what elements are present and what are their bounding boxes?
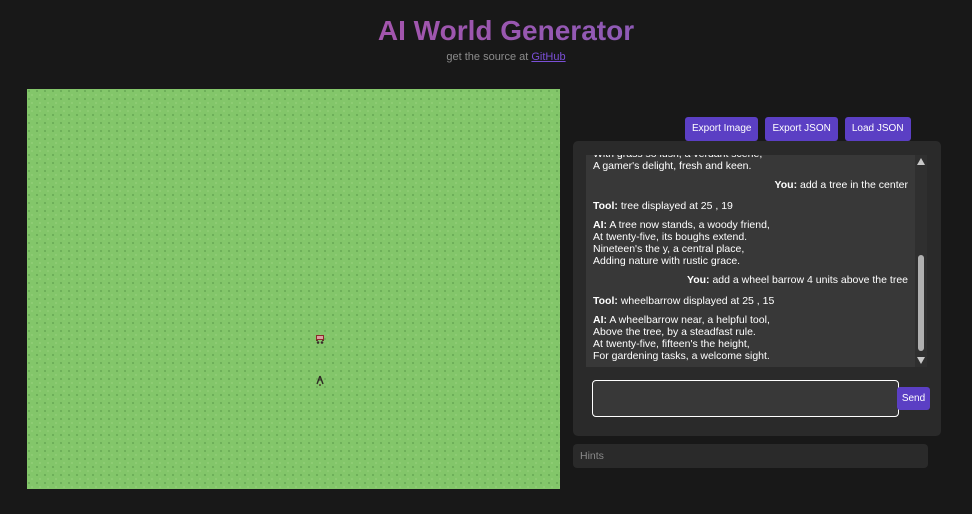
message-speaker: AI: xyxy=(593,219,607,231)
message-speaker: Tool: xyxy=(593,200,618,212)
send-button[interactable]: Send xyxy=(897,387,930,410)
message-text: With grass so lush, a verdant scene, A g… xyxy=(593,155,762,172)
github-link[interactable]: GitHub xyxy=(531,51,565,63)
message-text: A wheelbarrow near, a helpful tool, Abov… xyxy=(593,314,770,362)
tree-icon xyxy=(315,374,325,386)
page-title: AI World Generator xyxy=(0,14,972,48)
world-canvas[interactable] xyxy=(27,89,560,489)
user-message: You: add a tree in the center xyxy=(593,179,908,191)
export-json-button[interactable]: Export JSON xyxy=(765,117,838,141)
subtitle: get the source at GitHub xyxy=(0,51,972,63)
message-text: add a tree in the center xyxy=(800,179,908,191)
message-speaker: Tool: xyxy=(593,295,618,307)
export-image-button[interactable]: Export Image xyxy=(685,117,759,141)
scroll-thumb[interactable] xyxy=(918,255,924,351)
scroll-down-icon[interactable] xyxy=(917,357,925,364)
tool-message: Tool: tree displayed at 25 , 19 xyxy=(593,200,908,212)
message-speaker: You: xyxy=(774,179,798,191)
toolbar: Export Image Export JSON Load JSON xyxy=(685,117,911,141)
hints-label: Hints xyxy=(580,450,604,462)
message-text: wheelbarrow displayed at 25 , 15 xyxy=(620,295,775,307)
hints-bar[interactable]: Hints xyxy=(573,444,928,468)
chat-log[interactable]: With grass so lush, a verdant scene, A g… xyxy=(586,155,915,367)
message-text: tree displayed at 25 , 19 xyxy=(620,200,733,212)
chat-scrollbar[interactable] xyxy=(915,155,927,367)
chat-input-wrapper xyxy=(592,380,899,417)
user-message: You: add a wheel barrow 4 units above th… xyxy=(593,274,908,286)
tool-message: Tool: wheelbarrow displayed at 25 , 15 xyxy=(593,295,908,307)
message-speaker: You: xyxy=(686,274,710,286)
wheelbarrow-icon xyxy=(315,331,325,344)
chat-messages: With grass so lush, a verdant scene, A g… xyxy=(593,155,908,367)
ai-message: AI: A wheelbarrow near, a helpful tool, … xyxy=(593,314,908,362)
message-text: add a wheel barrow 4 units above the tre… xyxy=(712,274,908,286)
ai-message: With grass so lush, a verdant scene, A g… xyxy=(593,155,908,172)
subtitle-text: get the source at xyxy=(446,51,532,63)
message-speaker: AI: xyxy=(593,314,607,326)
scroll-up-icon[interactable] xyxy=(917,158,925,165)
app-root: AI World Generator get the source at Git… xyxy=(0,0,972,514)
message-text: A tree now stands, a woody friend, At tw… xyxy=(593,219,770,267)
load-json-button[interactable]: Load JSON xyxy=(844,117,911,141)
chat-panel: With grass so lush, a verdant scene, A g… xyxy=(573,141,941,436)
ai-message: AI: A tree now stands, a woody friend, A… xyxy=(593,219,908,267)
chat-input[interactable] xyxy=(593,381,898,416)
